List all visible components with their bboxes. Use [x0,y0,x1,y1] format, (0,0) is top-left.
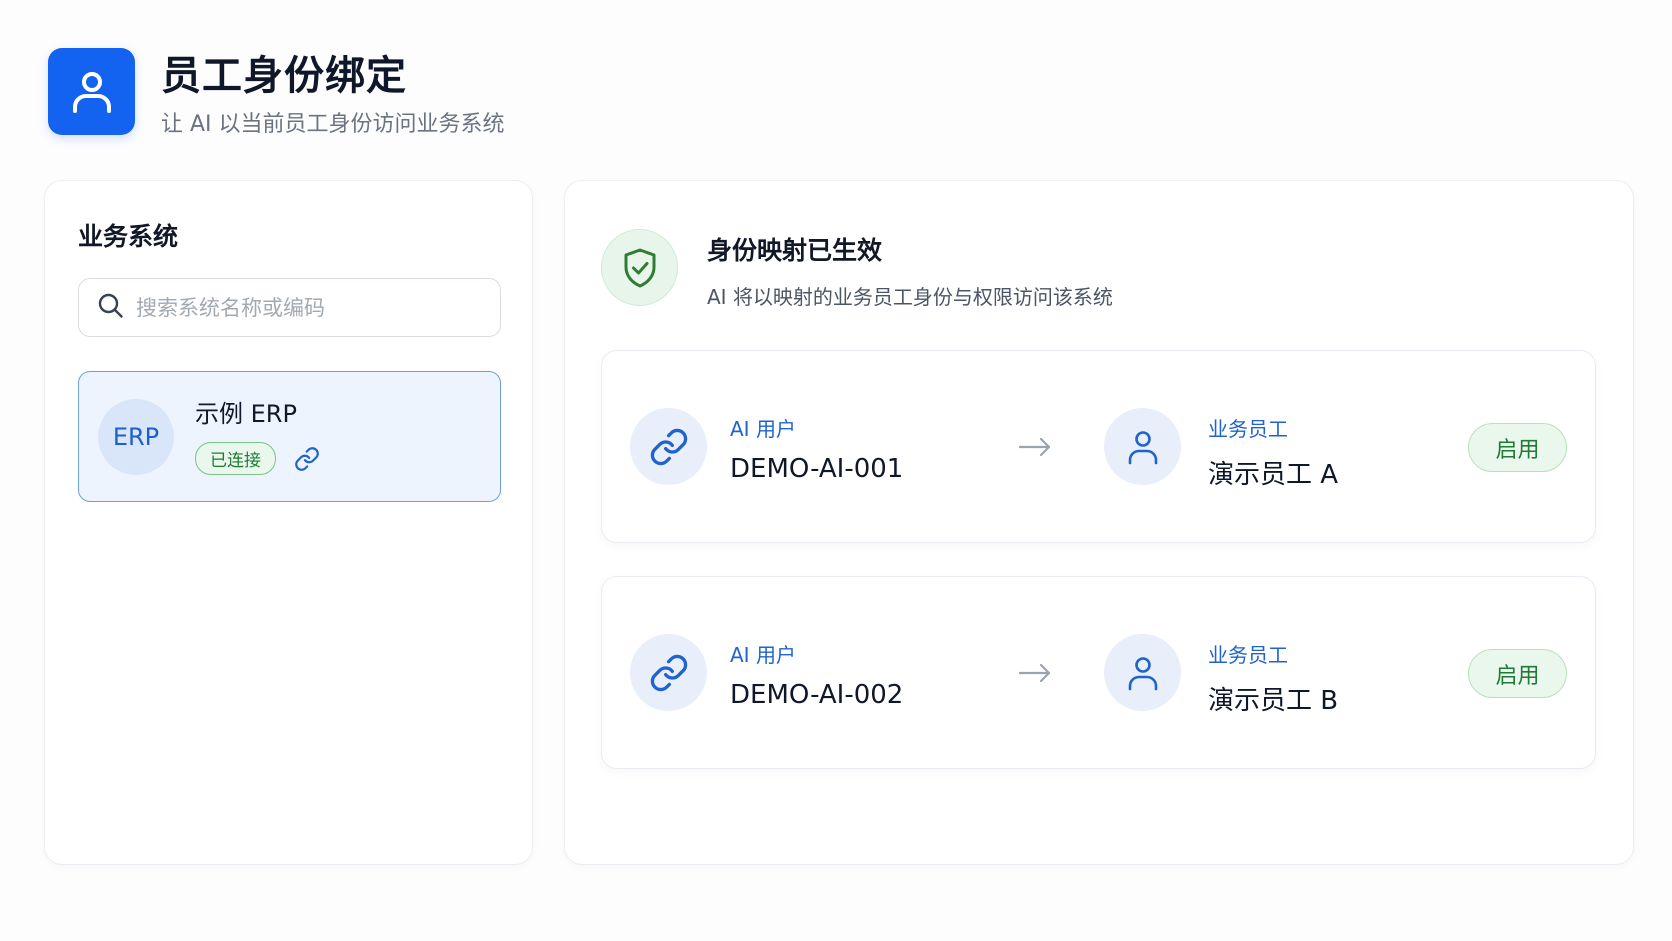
user-icon [1104,634,1181,711]
mapping-row: AI 用户 DEMO-AI-002 业务员工 演示员工 B 启用 [601,576,1596,769]
link-icon [630,408,707,485]
mapping-status-title: 身份映射已生效 [707,236,883,265]
enable-toggle[interactable]: 启用 [1468,649,1567,698]
system-name: 示例 ERP [195,400,297,428]
user-icon [48,48,135,135]
page: 员工身份绑定 让 AI 以当前员工身份访问业务系统 业务系统 ERP 示例 ER… [0,0,1672,941]
employee-value: 演示员工 B [1208,686,1339,716]
link-icon [630,634,707,711]
page-subtitle: 让 AI 以当前员工身份访问业务系统 [161,112,505,137]
search-icon [97,292,124,323]
system-avatar: ERP [98,398,174,475]
enable-toggle[interactable]: 启用 [1468,423,1567,472]
page-title: 员工身份绑定 [161,53,407,99]
employee-label: 业务员工 [1208,417,1288,441]
connected-status-badge: 已连接 [195,442,276,475]
employee-label: 业务员工 [1208,643,1288,667]
business-systems-title: 业务系统 [78,222,179,251]
arrow-right-icon [1017,433,1053,465]
identity-mapping-panel: 身份映射已生效 AI 将以映射的业务员工身份与权限访问该系统 AI 用户 DEM… [564,180,1634,865]
employee-value: 演示员工 A [1208,460,1339,490]
ai-user-value: DEMO-AI-001 [730,454,904,484]
shield-check-icon [601,229,678,306]
page-header: 员工身份绑定 让 AI 以当前员工身份访问业务系统 [48,48,505,140]
ai-user-label: AI 用户 [730,417,796,441]
business-systems-panel: 业务系统 ERP 示例 ERP 已连接 [44,180,533,865]
ai-user-value: DEMO-AI-002 [730,680,904,710]
mapping-row: AI 用户 DEMO-AI-001 业务员工 演示员工 A 启用 [601,350,1596,543]
mapping-status-subtitle: AI 将以映射的业务员工身份与权限访问该系统 [707,285,1113,309]
search-input[interactable] [136,295,486,320]
arrow-right-icon [1017,659,1053,691]
ai-user-label: AI 用户 [730,643,796,667]
system-meta: 已连接 [195,442,320,475]
header-text: 员工身份绑定 让 AI 以当前员工身份访问业务系统 [161,48,505,140]
system-card-erp[interactable]: ERP 示例 ERP 已连接 [78,371,501,502]
user-icon [1104,408,1181,485]
system-info: 示例 ERP 已连接 [195,398,320,475]
link-icon[interactable] [294,446,320,472]
search-box[interactable] [78,278,501,337]
